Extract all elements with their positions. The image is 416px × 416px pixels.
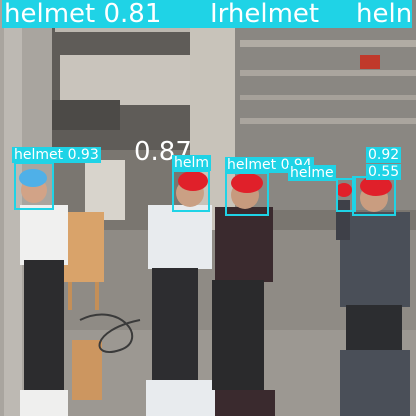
top-detection-label: Irhelmet: [210, 0, 320, 29]
detection-label: helme: [288, 165, 336, 181]
top-detection-label: helmet 0.81: [4, 0, 162, 29]
detection-box: [172, 170, 210, 212]
detection-box: [352, 176, 396, 216]
detection-label: helmet 0.93: [12, 147, 101, 163]
detection-label: 0.55: [366, 164, 402, 180]
detection-box: [14, 162, 54, 210]
top-detection-label: heln: [356, 0, 413, 29]
detection-label: 0.92: [366, 147, 402, 163]
detection-image: helmet 0.81 Irhelmet heln 0.87 helmet 0.…: [0, 0, 416, 416]
detection-label: helm: [172, 155, 212, 171]
detection-box: [225, 172, 269, 216]
